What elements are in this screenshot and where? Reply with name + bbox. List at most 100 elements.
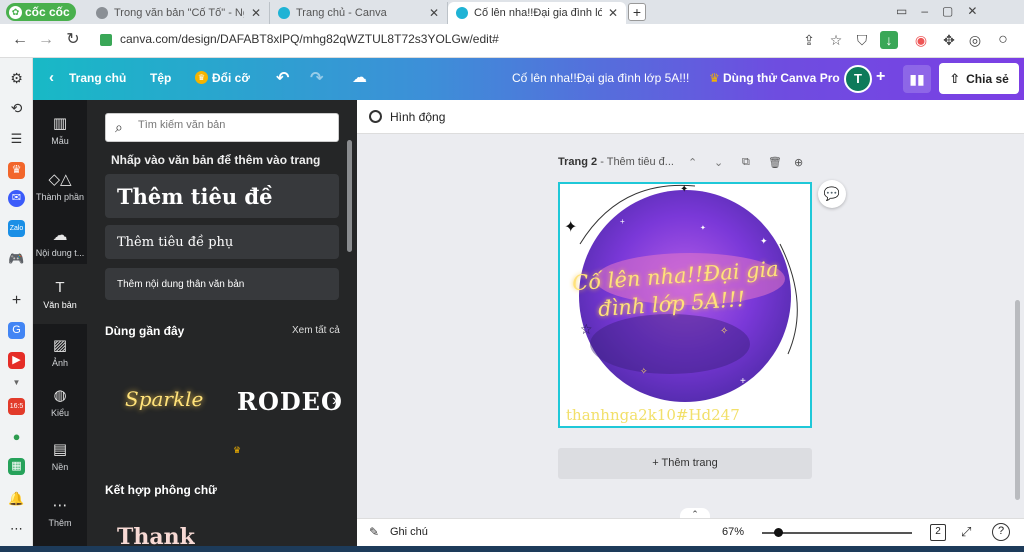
reload-icon[interactable]: ↻	[63, 30, 83, 50]
star-glyph: ✧	[720, 326, 728, 337]
score-icon[interactable]: 16:5	[8, 398, 25, 415]
add-page-icon[interactable]: ⊕	[794, 156, 803, 169]
home-link[interactable]: Trang chủ	[69, 71, 126, 85]
close-icon[interactable]: ✕	[429, 6, 439, 20]
page-down-icon[interactable]: ⌄	[714, 156, 723, 169]
page-up-icon[interactable]: ⌃	[688, 156, 697, 169]
add-subheading-button[interactable]: Thêm tiêu đề phụ	[105, 225, 339, 259]
add-member-icon[interactable]: +	[876, 68, 885, 86]
animate-button[interactable]: Hình động	[390, 110, 445, 124]
shield-icon[interactable]: ⛉	[853, 31, 871, 49]
zoom-slider-thumb[interactable]	[774, 528, 783, 537]
translate-icon[interactable]: G	[8, 322, 25, 339]
notification-bell-icon[interactable]: 🔔	[8, 490, 25, 507]
font-preset-sparkle[interactable]: Sparkle	[125, 387, 203, 411]
leaf-icon: ✿	[9, 5, 22, 19]
maximize-icon[interactable]: ▢	[942, 4, 967, 18]
browser-sidebar: ⚙ ⟲ ☰ ♛ ✉ Zalo 🎮 + G ▶ ▼ 16:5 ● ▦ 🔔 ⋯	[0, 58, 33, 552]
tool-rail: ▥ Mẫu ◇△ Thành phần ☁ Nội dung t... T Vă…	[33, 100, 87, 546]
url-field[interactable]: canva.com/design/DAFABT8xlPQ/mhg82qWZTUL…	[120, 32, 499, 46]
forward-icon[interactable]: →	[36, 30, 56, 50]
recent-heading: Dùng gần đây	[105, 324, 185, 338]
add-heading-button[interactable]: Thêm tiêu đề	[105, 174, 339, 218]
profile-icon[interactable]: ◎	[966, 31, 984, 49]
text-search[interactable]: ⌕	[105, 113, 339, 142]
maps-icon[interactable]: ●	[8, 428, 25, 445]
fullscreen-icon[interactable]: ⤢	[961, 524, 971, 540]
extensions-icon[interactable]: ✥	[940, 31, 958, 49]
share-button[interactable]: ⇧ Chia sẻ	[939, 63, 1019, 94]
menu-circle-icon[interactable]: ○	[994, 31, 1012, 49]
add-app-icon[interactable]: +	[8, 292, 25, 309]
history-icon[interactable]: ⟲	[8, 100, 25, 117]
window-controls: ▭–▢✕	[896, 4, 991, 18]
page-title-input[interactable]: Thêm tiêu đ...	[607, 156, 674, 168]
tab-3-active[interactable]: Cố lên nha!!Đại gia đình lớp ✕	[448, 2, 626, 24]
rail-label: Thành phần	[35, 192, 85, 202]
canvas-scrollbar[interactable]	[1015, 300, 1020, 500]
tab-1[interactable]: Trong văn bản "Cố Tố" - Ngu ✕	[88, 2, 270, 24]
share-label: Chia sẻ	[966, 71, 1009, 86]
add-page-button[interactable]: + Thêm trang	[558, 448, 812, 479]
youtube-icon[interactable]: ▶	[8, 352, 25, 369]
file-menu[interactable]: Tệp	[150, 71, 171, 85]
more-dots-icon[interactable]: ⋯	[8, 520, 25, 537]
help-icon[interactable]: ?	[992, 523, 1010, 541]
rail-item-more[interactable]: ⋯ Thêm	[33, 482, 87, 542]
resize-button[interactable]: Đổi cỡ	[212, 71, 250, 85]
back-icon[interactable]: ←	[10, 30, 30, 50]
bookmark-star-icon[interactable]: ☆	[827, 31, 845, 49]
browser-logo-text: cốc cốc	[25, 5, 70, 19]
avatar[interactable]: T	[844, 65, 872, 93]
chevron-right-icon[interactable]: ›	[332, 392, 337, 410]
text-panel: ⌕ Nhấp vào văn bản để thêm vào trang Thê…	[87, 100, 357, 546]
rail-item-elements[interactable]: ◇△ Thành phần	[33, 156, 87, 216]
reading-list-icon[interactable]: ☰	[8, 130, 25, 147]
new-tab-button[interactable]: +	[628, 3, 646, 21]
watermark-text[interactable]: thanhnga2k10#Hd247	[566, 406, 740, 424]
search-input[interactable]	[138, 119, 328, 131]
messenger-icon[interactable]: ✉	[8, 190, 25, 207]
cloud-sync-icon[interactable]: ☁	[352, 68, 367, 86]
settings-icon[interactable]: ⚙	[8, 70, 25, 87]
game-icon[interactable]: 🎮	[8, 250, 25, 267]
zalo-icon[interactable]: Zalo	[8, 220, 25, 237]
close-window-icon[interactable]: ✕	[967, 4, 991, 18]
try-pro-button[interactable]: Dùng thử Canva Pro	[723, 71, 840, 85]
share-page-icon[interactable]: ⇪	[800, 31, 818, 49]
scroll-down-icon[interactable]: ▼	[8, 374, 25, 391]
cast-icon[interactable]: ▭	[896, 4, 921, 18]
notes-button[interactable]: Ghi chú	[390, 526, 428, 538]
redo-icon[interactable]: ↷	[310, 68, 323, 88]
close-icon[interactable]: ✕	[251, 6, 261, 20]
close-icon[interactable]: ✕	[608, 6, 618, 20]
analytics-icon[interactable]: ▮▮	[903, 65, 931, 93]
browser-logo[interactable]: ✿ cốc cốc	[6, 3, 76, 21]
comment-bubble-icon[interactable]: 💬	[818, 180, 846, 208]
rail-item-styles[interactable]: ◍ Kiểu	[33, 372, 87, 432]
delete-page-icon[interactable]: 🗑	[768, 156, 782, 169]
see-all-link[interactable]: Xem tất cả	[292, 325, 340, 336]
font-preset-rodeo[interactable]: RODEO	[237, 387, 343, 416]
rail-item-text[interactable]: T Văn bản	[33, 264, 87, 324]
zoom-slider[interactable]	[762, 528, 912, 537]
duplicate-page-icon[interactable]: ⧉	[742, 156, 750, 169]
browser-app-icon[interactable]: ◉	[912, 31, 930, 49]
rail-item-background[interactable]: ▤ Nền	[33, 426, 87, 486]
panel-scrollbar[interactable]	[347, 140, 352, 252]
add-body-text-button[interactable]: Thêm nội dung thân văn bản	[105, 268, 339, 300]
crown-icon[interactable]: ♛	[8, 162, 25, 179]
page-count-badge[interactable]: 2	[930, 524, 946, 541]
minimize-icon[interactable]: –	[921, 4, 942, 18]
zoom-value[interactable]: 67%	[722, 526, 744, 538]
design-page[interactable]: ✦ ✦ ☆ ✦ ✧ ✧ + + ✦ Cố lên nha!!Đại gia đì…	[558, 182, 812, 428]
document-title[interactable]: Cố lên nha!!Đại gia đình lớp 5A!!!	[512, 71, 689, 85]
rail-item-templates[interactable]: ▥ Mẫu	[33, 100, 87, 160]
tab-2[interactable]: Trang chủ - Canva ✕	[270, 2, 448, 24]
undo-icon[interactable]: ↶	[276, 68, 289, 88]
rail-item-uploads[interactable]: ☁ Nội dung t...	[33, 212, 87, 272]
back-chevron-icon[interactable]: ‹	[49, 69, 54, 86]
download-icon[interactable]: ↓	[880, 31, 898, 49]
sheet-icon[interactable]: ▦	[8, 458, 25, 475]
font-combo-preview[interactable]: Thank	[117, 524, 195, 546]
